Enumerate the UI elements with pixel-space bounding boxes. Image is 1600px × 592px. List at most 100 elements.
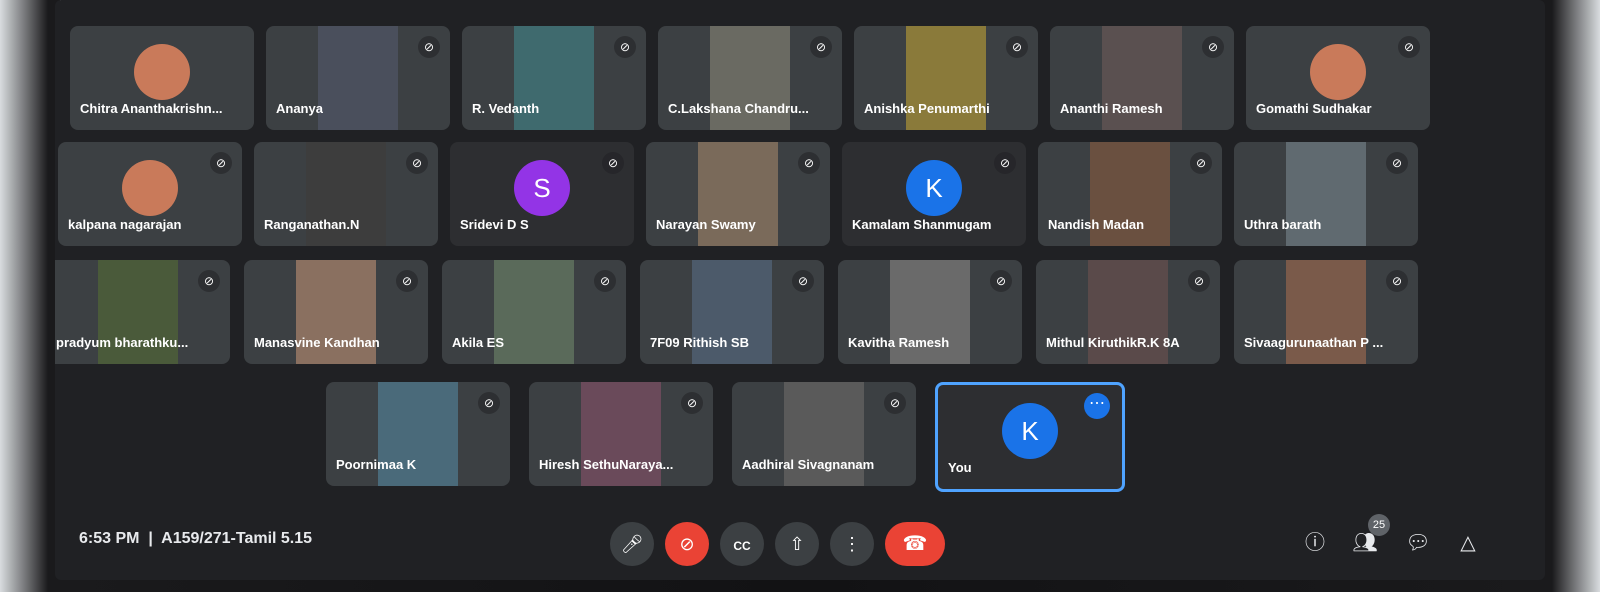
participant-name: Sridevi D S: [460, 217, 529, 232]
mic-off-icon: ⊘: [1188, 270, 1210, 292]
participant-tile[interactable]: ⊘ Anishka Penumarthi: [854, 26, 1038, 130]
hang-up-icon: ☎: [902, 533, 928, 555]
clock-time: 6:53 PM: [79, 530, 140, 547]
participant-name: Ananthi Ramesh: [1060, 101, 1163, 116]
participant-tile[interactable]: ⊘ Ananya: [266, 26, 450, 130]
participant-name: R. Vedanth: [472, 101, 540, 116]
mic-off-icon: ⊘: [990, 270, 1012, 292]
participant-tile[interactable]: S ⊘ Sridevi D S: [450, 142, 634, 246]
participant-video: [493, 260, 575, 364]
initial-avatar: S: [514, 159, 570, 216]
captions-icon: CC: [733, 539, 751, 553]
self-tile[interactable]: K ⋯ You: [935, 382, 1125, 492]
participant-name: 7F09 Rithish SB: [650, 335, 749, 350]
captions-button[interactable]: CC: [720, 522, 764, 566]
mic-icon: 🎤︎: [620, 534, 644, 554]
participant-name: Ananya: [276, 101, 323, 116]
participant-name: Kavitha Ramesh: [848, 335, 950, 350]
participant-name: Uthra barath: [1244, 217, 1322, 232]
participant-name: Chitra Ananthakrishn...: [80, 101, 223, 116]
participant-name: kalpana nagarajan: [68, 217, 182, 232]
meeting-info-button[interactable]: ⓘ: [1300, 528, 1330, 558]
mic-off-icon: ⊘: [594, 270, 616, 292]
mic-off-icon: ⊘: [1006, 36, 1028, 58]
mic-off-icon: ⊘: [396, 270, 418, 292]
participant-name: Mithul KiruthikR.K 8A: [1046, 335, 1180, 350]
present-button[interactable]: ⇧: [775, 522, 819, 566]
mic-off-icon: ⊘: [210, 152, 232, 174]
participant-tile[interactable]: ⊘ Manasvine Kandhan: [244, 260, 428, 364]
mic-off-icon: ⊘: [1398, 36, 1420, 58]
info-icon: ⓘ: [1305, 532, 1325, 554]
mic-off-icon: ⊘: [994, 152, 1016, 174]
mic-off-icon: ⊘: [810, 36, 832, 58]
participant-tile[interactable]: ⊘ Nandish Madan: [1038, 142, 1222, 246]
participant-tile[interactable]: ⊘ Poornimaa K: [326, 382, 510, 486]
participant-tile[interactable]: Chitra Ananthakrishn...: [70, 26, 254, 130]
mic-off-icon: ⊘: [418, 36, 440, 58]
mic-off-icon: ⊘: [1386, 152, 1408, 174]
camera-off-icon: ⊘: [679, 534, 695, 554]
participant-tile[interactable]: ⊘ Ranganathan.N: [254, 142, 438, 246]
participant-name: Kamalam Shanmugam: [852, 217, 992, 232]
participant-name: Aadhiral Sivagnanam: [742, 457, 875, 472]
participant-name: Manasvine Kandhan: [254, 335, 380, 350]
participant-tile[interactable]: ⊘ R. Vedanth: [462, 26, 646, 130]
participant-name: Akila ES: [452, 335, 505, 350]
participant-tile[interactable]: ⊘ Akila ES: [442, 260, 626, 364]
meeting-name: A159/271-Tamil 5.15: [161, 530, 313, 547]
profile-photo-avatar: [122, 159, 178, 216]
participant-name: Poornimaa K: [336, 457, 417, 472]
participant-name: Narayan Swamy: [656, 217, 756, 232]
activities-icon: △: [1460, 532, 1476, 554]
participant-name: Ranganathan.N: [264, 217, 360, 232]
participant-tile[interactable]: ⊘ 7F09 Rithish SB: [640, 260, 824, 364]
profile-photo-avatar: [1310, 43, 1366, 100]
participant-name: Nandish Madan: [1048, 217, 1145, 232]
mic-off-icon: ⊘: [681, 392, 703, 414]
participant-tile[interactable]: K ⊘ Kamalam Shanmugam: [842, 142, 1026, 246]
participant-tile[interactable]: ⊘ Kavitha Ramesh: [838, 260, 1022, 364]
participant-name: Sivaagurunaathan P ...: [1244, 335, 1384, 350]
participant-tile[interactable]: ⊘ Sivaagurunaathan P ...: [1234, 260, 1418, 364]
present-icon: ⇧: [789, 534, 805, 554]
meeting-details: 6:53 PM | A159/271-Tamil 5.15: [79, 530, 312, 548]
mic-off-icon: ⊘: [1386, 270, 1408, 292]
meet-window: Chitra Ananthakrishn... ⊘ Ananya ⊘ R. Vedant…: [55, 0, 1545, 580]
participant-count-badge: 25: [1368, 514, 1390, 536]
participant-tile[interactable]: ⊘ Uthra barath: [1234, 142, 1418, 246]
participant-tile[interactable]: ⊘ Mithul KiruthikR.K 8A: [1036, 260, 1220, 364]
mic-button[interactable]: 🎤︎: [610, 522, 654, 566]
mic-off-icon: ⊘: [1190, 152, 1212, 174]
participant-tile[interactable]: ⊘ Hiresh SethuNarayа...: [529, 382, 713, 486]
mic-off-icon: ⊘: [884, 392, 906, 414]
more-vert-icon: ⋮: [843, 534, 861, 554]
participant-name: Gomathi Sudhakar: [1256, 101, 1372, 116]
chat-icon: 💬︎: [1405, 532, 1431, 554]
participant-tile[interactable]: ⊘ Gomathi Sudhakar: [1246, 26, 1430, 130]
mic-off-icon: ⊘: [406, 152, 428, 174]
bottom-bar: 6:53 PM | A159/271-Tamil 5.15 🎤︎ ⊘ CC ⇧ …: [55, 514, 1545, 580]
participant-tile[interactable]: ⊘ C.Lakshana Chandru...: [658, 26, 842, 130]
end-call-button[interactable]: ☎: [885, 522, 945, 566]
participant-tile[interactable]: ⊘ Narayan Swamy: [646, 142, 830, 246]
chat-button[interactable]: 💬︎: [1403, 528, 1433, 558]
mic-off-icon: ⊘: [198, 270, 220, 292]
mic-off-icon: ⊘: [602, 152, 624, 174]
more-options-button[interactable]: ⋮: [830, 522, 874, 566]
tile-more-options-button[interactable]: ⋯: [1084, 393, 1110, 419]
participant-tile[interactable]: ⊘ pradyum bharathku...: [55, 260, 230, 364]
activities-button[interactable]: △: [1453, 528, 1483, 558]
participant-name: Hiresh SethuNarayа...: [539, 457, 674, 472]
participant-name: pradyum bharathku...: [56, 335, 189, 350]
participant-tile[interactable]: ⊘ kalpana nagarajan: [58, 142, 242, 246]
mic-off-icon: ⊘: [614, 36, 636, 58]
initial-avatar: K: [1002, 402, 1058, 459]
camera-off-button[interactable]: ⊘: [665, 522, 709, 566]
participant-tile[interactable]: ⊘ Aadhiral Sivagnanam: [732, 382, 916, 486]
profile-photo-avatar: [134, 43, 190, 100]
initial-avatar: K: [906, 159, 962, 216]
participant-name: You: [948, 460, 972, 475]
participant-tile[interactable]: ⊘ Ananthi Ramesh: [1050, 26, 1234, 130]
participant-name: Anishka Penumarthi: [864, 101, 990, 116]
